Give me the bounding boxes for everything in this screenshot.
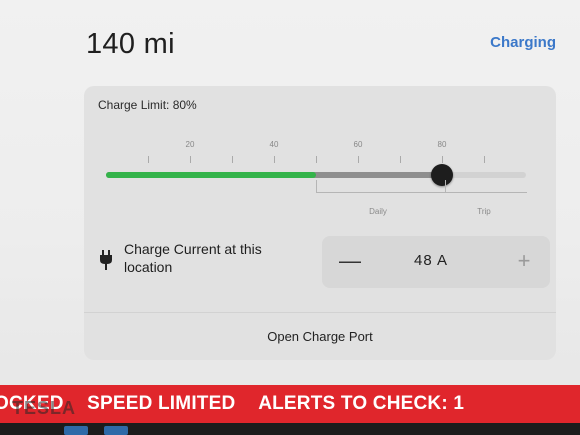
alert-bar[interactable]: OCKED SPEED LIMITED ALERTS TO CHECK: 1 xyxy=(0,385,580,423)
tick-mark xyxy=(316,156,317,163)
charge-current-label: Charge Current at this location xyxy=(124,241,262,275)
tick-mark xyxy=(274,156,275,163)
range-readout: 140 mi xyxy=(86,28,175,60)
tick-mark xyxy=(484,156,485,163)
watermark: TESLA xyxy=(12,398,77,418)
bracket-divider xyxy=(445,180,446,193)
tick-mark xyxy=(442,156,443,163)
charging-link[interactable]: Charging xyxy=(490,34,556,51)
charging-screen: 140 mi Charging Charge Limit: 80% 20 40 … xyxy=(0,0,580,395)
tick-mark xyxy=(190,156,191,163)
tick-label-40: 40 xyxy=(269,140,279,149)
charge-limit-label: Charge Limit: 80% xyxy=(98,98,197,112)
charge-current-value: 48 A xyxy=(414,252,449,269)
plug-icon xyxy=(100,250,112,270)
tick-label-20: 20 xyxy=(185,140,195,149)
zone-trip-label: Trip xyxy=(477,207,491,216)
increase-current-button[interactable]: + xyxy=(510,244,538,280)
decrease-current-button[interactable]: — xyxy=(336,244,364,280)
tick-mark xyxy=(148,156,149,163)
charge-limit-slider[interactable]: 20 40 60 80 Daily Trip xyxy=(106,136,527,226)
tick-mark xyxy=(232,156,233,163)
taskbar-strip xyxy=(0,423,580,435)
charge-current-stepper: — 48 A + xyxy=(322,236,550,288)
open-charge-port-button[interactable]: Open Charge Port xyxy=(84,312,556,361)
alert-item[interactable]: ALERTS TO CHECK: 1 xyxy=(258,393,464,414)
daily-trip-bracket xyxy=(316,180,527,193)
taskbar-chip[interactable] xyxy=(64,426,88,435)
charge-settings-card: Charge Limit: 80% 20 40 60 80 Daily Trip xyxy=(84,86,556,360)
tick-mark xyxy=(358,156,359,163)
tick-mark xyxy=(400,156,401,163)
alert-item: SPEED LIMITED xyxy=(87,393,236,414)
zone-daily-label: Daily xyxy=(369,207,387,216)
taskbar-chip[interactable] xyxy=(104,426,128,435)
battery-level-fill xyxy=(106,172,316,178)
charge-current-row: Charge Current at this location — 48 A + xyxy=(98,236,550,292)
tick-label-80: 80 xyxy=(437,140,447,149)
tick-label-60: 60 xyxy=(353,140,363,149)
